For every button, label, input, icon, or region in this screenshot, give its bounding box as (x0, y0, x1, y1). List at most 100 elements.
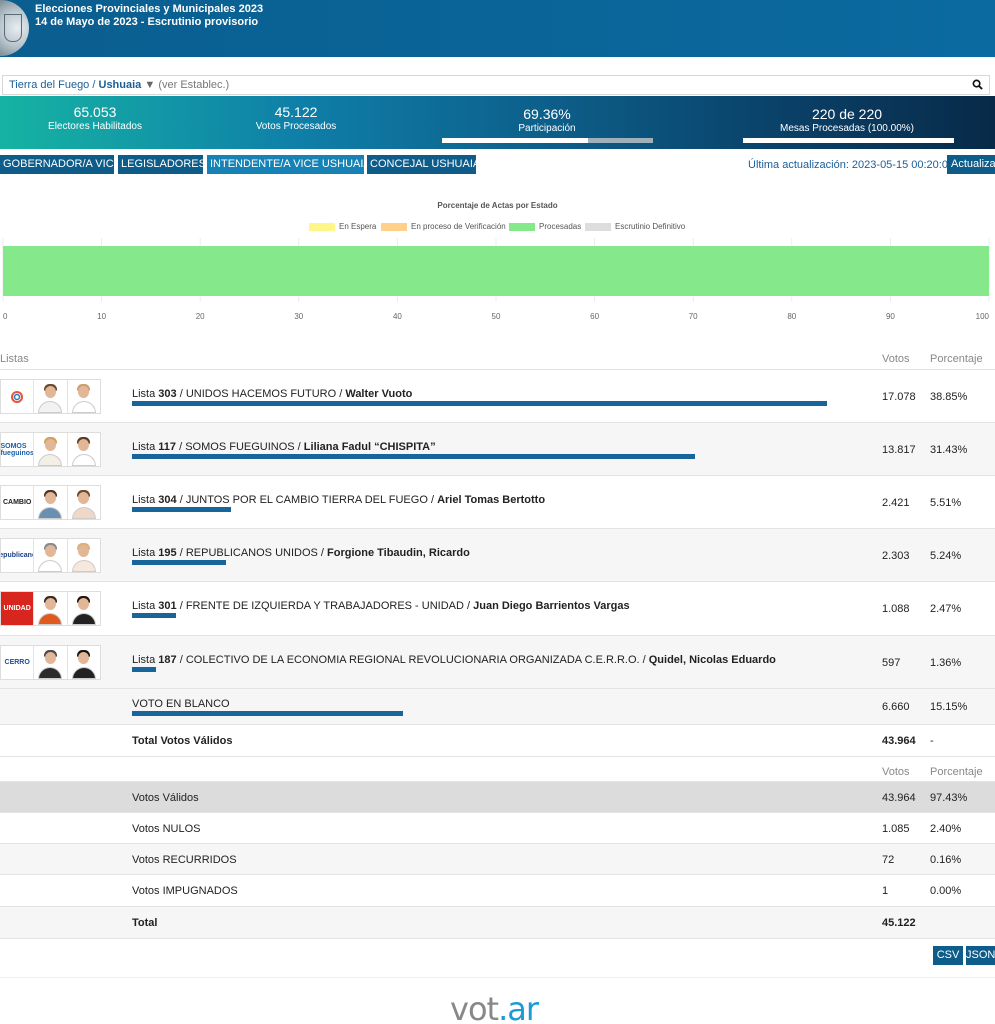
list-pct: 31.43% (930, 444, 968, 456)
legend-verificacion[interactable]: En proceso de Verificación (381, 222, 506, 232)
party-name: COLECTIVO DE LA ECONOMIA REGIONAL REVOLU… (185, 654, 640, 666)
csv-button[interactable]: CSV (933, 946, 963, 965)
table-row-total-validos: Total Votos Válidos 43.964 - (0, 724, 995, 757)
table-row[interactable]: SOMOS fueguinos Lista 117 / SOMOS FUEGUIN… (0, 422, 995, 475)
table-row[interactable]: CAMBIO Lista 304 / JUNTOS POR EL CAMBIO T… (0, 475, 995, 528)
province-link[interactable]: Tierra del Fuego (9, 79, 89, 91)
logo-part-vot: vot (450, 990, 499, 1024)
party-logo: Republicanos (1, 539, 35, 572)
vote-share-bar (132, 454, 695, 459)
table-row[interactable]: CERRO Lista 187 / COLECTIVO DE LA ECONOMI… (0, 635, 995, 688)
dropdown-arrow-icon[interactable]: ▼ (144, 79, 155, 91)
table-row[interactable]: Lista 303 / UNIDOS HACEMOS FUTURO / Walt… (0, 369, 995, 422)
list-name[interactable]: Lista 195 / REPUBLICANOS UNIDOS / Forgio… (132, 547, 470, 559)
legend-swatch-definitivo (585, 222, 611, 231)
party-logo (1, 380, 35, 413)
stat-mesas-label: Mesas Procesadas (100.00%) (780, 123, 914, 134)
party-name: UNIDOS HACEMOS FUTURO (185, 388, 337, 400)
legend-swatch-verificacion (381, 222, 407, 231)
x-tick-label: 90 (886, 312, 895, 321)
party-logo: UNIDAD (1, 592, 35, 625)
participacion-progress-bar (442, 138, 653, 143)
list-number: 303 (158, 388, 177, 400)
chart-title: Porcentaje de Actas por Estado (437, 201, 558, 210)
list-number: 301 (158, 600, 177, 612)
summary-col-porcentaje: Porcentaje (930, 766, 983, 778)
tab-intendente-ushuaia[interactable]: INTENDENTE/A VICE USHUAIA (207, 155, 371, 174)
legend-label-en-espera: En Espera (339, 222, 377, 231)
ver-establecimientos-link[interactable]: (ver Establec.) (158, 79, 229, 91)
stat-participacion-value: 69.36% (523, 106, 571, 122)
list-number: 304 (158, 494, 177, 506)
tab-concejal-ushuaia[interactable]: CONCEJAL USHUAIA (367, 155, 480, 174)
separator: / (463, 600, 474, 612)
stats-band: 65.053 Electores Habilitados 45.122 Voto… (0, 96, 995, 149)
location-breadcrumb[interactable]: Tierra del Fuego / Ushuaia ▼ (ver Establ… (9, 79, 229, 91)
summary-pct: 0.16% (930, 854, 962, 866)
candidate-photo (34, 592, 68, 625)
json-button[interactable]: JSON (966, 946, 995, 965)
list-logos (0, 379, 101, 414)
x-tick-label: 20 (196, 312, 205, 321)
legend-label-definitivo: Escrutinio Definitivo (615, 222, 686, 231)
vote-share-bar (132, 560, 226, 565)
last-update-text: Última actualización: 2023-05-15 00:20:0… (748, 159, 955, 171)
legend-procesadas[interactable]: Procesadas (509, 222, 581, 232)
legend-escrutinio-definitivo[interactable]: Escrutinio Definitivo (585, 222, 685, 232)
list-name[interactable]: Lista 303 / UNIDOS HACEMOS FUTURO / Walt… (132, 388, 412, 400)
city-name[interactable]: Ushuaia (99, 79, 142, 91)
list-logos: CAMBIO (0, 485, 101, 520)
list-number: 117 (158, 441, 177, 453)
tab-legisladores[interactable]: LEGISLADORES (118, 155, 206, 174)
footer-divider (0, 977, 995, 978)
list-name[interactable]: Lista 187 / COLECTIVO DE LA ECONOMIA REG… (132, 654, 776, 666)
party-logo: CAMBIO (1, 486, 35, 519)
party-name: REPUBLICANOS UNIDOS (185, 547, 318, 559)
candidate-photo (68, 486, 100, 519)
party-logo: CERRO (1, 646, 35, 679)
list-name[interactable]: Lista 304 / JUNTOS POR EL CAMBIO TIERRA … (132, 494, 545, 506)
stat-electores: 65.053 Electores Habilitados (20, 104, 170, 133)
legend-en-espera[interactable]: En Espera (309, 222, 376, 232)
list-prefix: Lista (132, 441, 159, 453)
candidate-name: Forgione Tibaudin, Ricardo (327, 547, 470, 559)
election-subtitle: 14 de Mayo de 2023 - Escrutinio provisor… (35, 16, 259, 28)
update-button[interactable]: Actualizar (947, 155, 995, 174)
candidate-photo (34, 486, 68, 519)
summary-row-recurridos: Votos RECURRIDOS 72 0.16% (0, 843, 995, 874)
table-row[interactable]: UNIDAD Lista 301 / FRENTE DE IZQUIERDA Y … (0, 581, 995, 635)
x-tick-label: 100 (976, 312, 990, 321)
x-tick-label: 50 (492, 312, 501, 321)
vote-share-bar (132, 401, 827, 406)
blank-votes: 6.660 (882, 701, 910, 713)
list-number: 187 (158, 654, 177, 666)
list-prefix: Lista (132, 494, 159, 506)
list-name[interactable]: Lista 117 / SOMOS FUEGUINOS / Liliana Fa… (132, 441, 436, 453)
list-name[interactable]: Lista 301 / FRENTE DE IZQUIERDA Y TRABAJ… (132, 600, 630, 612)
list-votes: 2.421 (882, 497, 910, 509)
tab-gobernador[interactable]: GOBERNADOR/A VICE (0, 155, 121, 174)
search-icon[interactable] (972, 79, 983, 90)
list-logos: SOMOS fueguinos (0, 432, 101, 467)
province-emblem-icon (0, 0, 29, 56)
candidate-name: Walter Vuoto (345, 388, 413, 400)
party-name: FRENTE DE IZQUIERDA Y TRABAJADORES - UNI… (185, 600, 464, 612)
legend-swatch-en-espera (309, 222, 335, 231)
separator: / (176, 547, 186, 559)
summary-votes: 43.964 (882, 792, 916, 804)
summary-label: Votos NULOS (132, 823, 201, 835)
separator: / (639, 654, 649, 666)
separator: / (176, 494, 186, 506)
location-selector[interactable]: Tierra del Fuego / Ushuaia ▼ (ver Establ… (2, 75, 990, 95)
stat-votos-value: 45.122 (274, 104, 318, 120)
summary-votes: 72 (882, 854, 895, 866)
x-tick-label: 40 (393, 312, 402, 321)
summary-row-total: Total 45.122 (0, 906, 995, 939)
list-prefix: Lista (132, 600, 159, 612)
table-row[interactable]: Republicanos Lista 195 / REPUBLICANOS UNI… (0, 528, 995, 581)
candidate-name: Ariel Tomas Bertotto (437, 494, 546, 506)
summary-label: Votos RECURRIDOS (132, 854, 237, 866)
x-tick-label: 10 (97, 312, 106, 321)
legend-swatch-procesadas (509, 222, 535, 231)
logo-part-dot: . (498, 990, 508, 1024)
